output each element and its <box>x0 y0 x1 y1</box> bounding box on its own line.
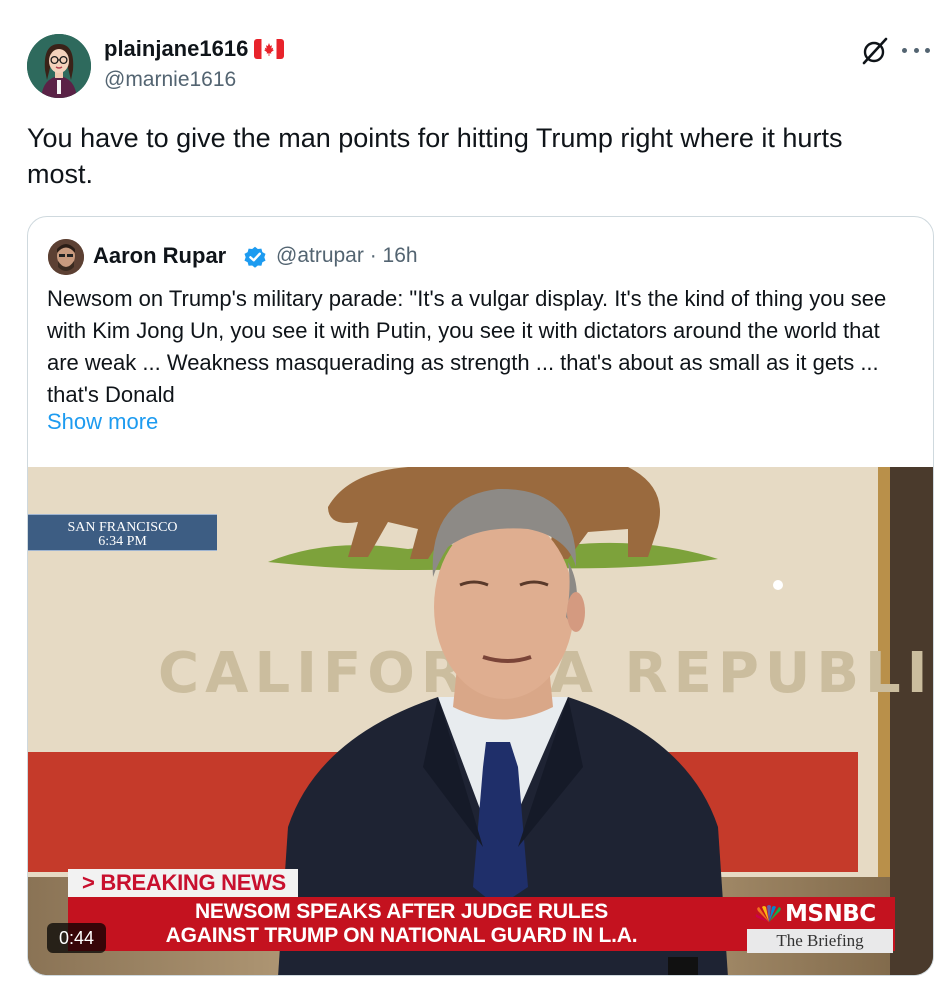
quoted-handle-time: @atrupar · 16h <box>276 244 418 267</box>
video-player[interactable]: CALIFORNIA REPUBLIC <box>28 467 933 975</box>
location-label: SAN FRANCISCO <box>67 520 178 535</box>
quoted-tweet[interactable]: Aaron Rupar @atrupar · 16h Newsom on Tru… <box>27 216 934 976</box>
show-more-link[interactable]: Show more <box>47 409 158 435</box>
breaking-news-label: > BREAKING NEWS <box>68 869 298 897</box>
tweet: plainjane1616 @marnie1616 You have to gi… <box>0 0 942 1004</box>
author-name[interactable]: plainjane1616 <box>104 36 248 62</box>
more-options-icon[interactable] <box>902 38 930 62</box>
video-duration: 0:44 <box>47 923 107 953</box>
quoted-author-name: Aaron Rupar <box>93 243 227 268</box>
quoted-author-avatar[interactable] <box>48 239 84 275</box>
time-label: 6:34 PM <box>98 534 147 549</box>
msnbc-logo: MSNBC <box>755 901 876 927</box>
verified-badge-icon <box>242 244 268 270</box>
location-time-box: SAN FRANCISCO 6:34 PM <box>28 514 217 551</box>
network-name: MSNBC <box>785 901 876 927</box>
headline-line-2: AGAINST TRUMP ON NATIONAL GUARD IN L.A. <box>165 924 638 947</box>
author-avatar[interactable] <box>27 34 91 98</box>
headline-line-1: NEWSOM SPEAKS AFTER JUDGE RULES <box>194 900 609 923</box>
peacock-icon <box>755 905 781 922</box>
show-name: The Briefing <box>747 929 893 953</box>
canada-flag-icon <box>254 39 285 59</box>
author-name-row[interactable]: plainjane1616 <box>104 36 285 62</box>
grok-icon[interactable] <box>860 36 890 66</box>
author-handle[interactable]: @marnie1616 <box>104 68 236 92</box>
news-headline: NEWSOM SPEAKS AFTER JUDGE RULES AGAINST … <box>68 897 735 951</box>
quoted-text: Newsom on Trump's military parade: "It's… <box>47 286 887 407</box>
tweet-text: You have to give the man points for hitt… <box>27 123 843 189</box>
